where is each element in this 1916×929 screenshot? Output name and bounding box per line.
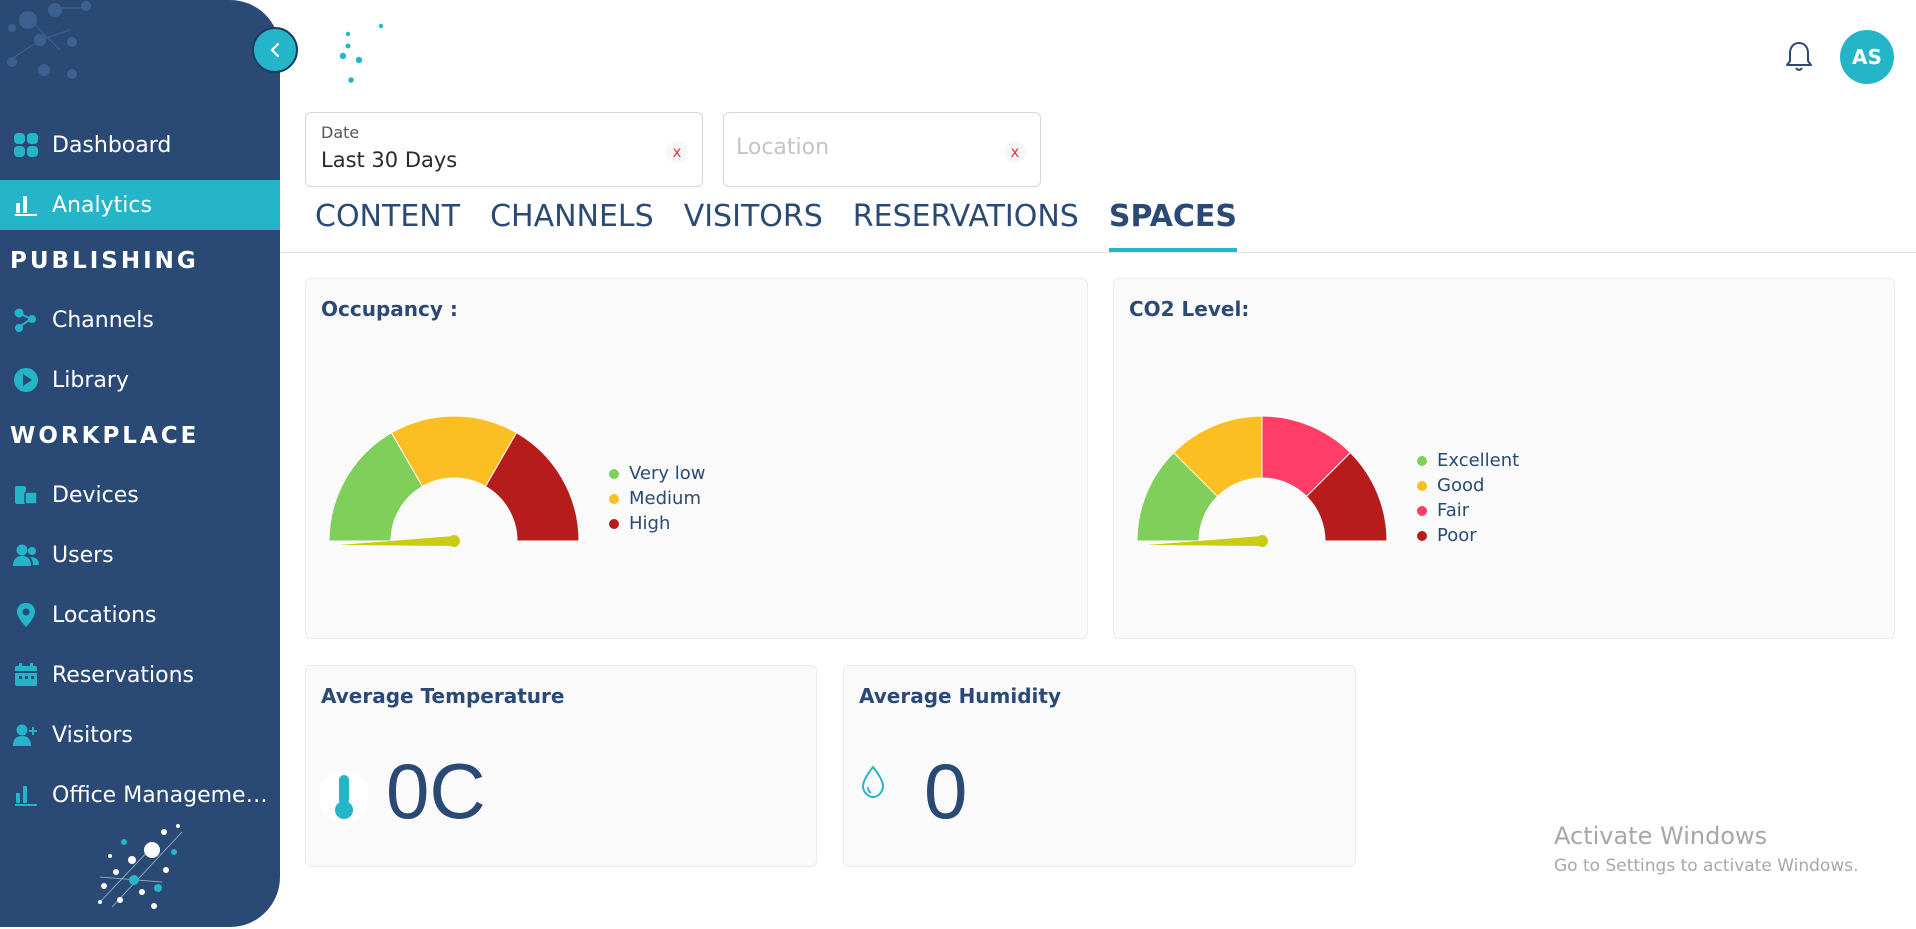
section-publishing: PUBLISHING <box>10 248 199 274</box>
temperature-value: 0C <box>386 747 486 835</box>
sidebar-item-devices[interactable]: Devices <box>0 470 280 520</box>
brand-mark-icon <box>339 23 384 83</box>
tab-visitors[interactable]: VISITORS <box>684 195 823 252</box>
legend-item: Excellent <box>1417 448 1519 473</box>
sidebar: Dashboard Analytics PUBLISHING Channels … <box>0 0 280 927</box>
co2-card: CO2 Level: Excellent Good Fair Poor <box>1113 278 1895 639</box>
legend-item: Good <box>1417 473 1519 498</box>
grid-icon <box>12 131 40 159</box>
avatar[interactable]: AS <box>1840 30 1894 84</box>
bell-icon[interactable] <box>1784 40 1814 74</box>
humidity-card: Average Humidity 0 <box>843 665 1356 867</box>
devices-icon <box>12 481 40 509</box>
location-input[interactable] <box>736 135 976 160</box>
tabs-divider <box>280 252 1916 253</box>
clear-location-button[interactable]: x <box>1004 141 1026 163</box>
sidebar-item-label: Users <box>52 542 114 568</box>
sidebar-item-label: Visitors <box>52 722 133 748</box>
date-filter[interactable]: Date Last 30 Days x <box>305 112 703 187</box>
clear-date-button[interactable]: x <box>666 141 688 163</box>
occupancy-gauge <box>328 415 580 547</box>
tab-content[interactable]: CONTENT <box>315 195 460 252</box>
legend-label: Poor <box>1437 525 1477 546</box>
sidebar-item-visitors[interactable]: Visitors <box>0 710 280 760</box>
date-filter-value: Last 30 Days <box>321 148 458 172</box>
sidebar-item-channels[interactable]: Channels <box>0 295 280 345</box>
sidebar-item-label: Library <box>52 367 129 393</box>
date-filter-label: Date <box>321 123 360 142</box>
sidebar-item-analytics[interactable]: Analytics <box>0 180 280 230</box>
legend-dot <box>609 493 619 504</box>
legend-dot <box>1417 480 1427 491</box>
co2-gauge <box>1136 415 1388 547</box>
gauge-needle-hub <box>448 535 460 547</box>
legend-item: Very low <box>609 461 706 486</box>
occupancy-legend: Very low Medium High <box>609 461 706 536</box>
collapse-sidebar-button[interactable] <box>252 27 298 73</box>
section-workplace: WORKPLACE <box>10 423 200 449</box>
tab-reservations[interactable]: RESERVATIONS <box>853 195 1079 252</box>
sidebar-item-label: Locations <box>52 602 157 628</box>
analytics-tabs: CONTENT CHANNELS VISITORS RESERVATIONS S… <box>315 195 1267 252</box>
legend-label: Very low <box>629 463 706 484</box>
legend-item: Medium <box>609 486 706 511</box>
location-filter[interactable]: x <box>723 112 1041 187</box>
chevron-left-icon <box>270 42 280 58</box>
legend-label: High <box>629 513 671 534</box>
activate-windows-title: Activate Windows <box>1554 822 1768 850</box>
tab-channels[interactable]: CHANNELS <box>490 195 654 252</box>
share-nodes-icon <box>12 306 40 334</box>
temperature-card: Average Temperature 0C <box>305 665 817 867</box>
co2-title: CO2 Level: <box>1129 297 1250 321</box>
brand-logo-icon <box>98 824 183 909</box>
occupancy-card: Occupancy : Very low Medium High <box>305 278 1088 639</box>
sidebar-item-label: Analytics <box>52 192 152 218</box>
app-root: Dashboard Analytics PUBLISHING Channels … <box>0 0 1916 929</box>
legend-label: Fair <box>1437 500 1470 521</box>
sidebar-item-label: Devices <box>52 482 139 508</box>
legend-dot <box>609 468 619 479</box>
legend-dot <box>609 518 619 529</box>
sidebar-item-users[interactable]: Users <box>0 530 280 580</box>
decorative-dots-icon <box>7 1 91 79</box>
legend-item: High <box>609 511 706 536</box>
users-icon <box>12 541 40 569</box>
calendar-icon <box>12 661 40 689</box>
humidity-value: 0 <box>924 747 968 835</box>
droplet-icon <box>861 765 885 799</box>
humidity-title: Average Humidity <box>859 684 1062 708</box>
sidebar-item-office-management[interactable]: Office Manageme… <box>0 770 280 820</box>
activate-windows-subtitle: Go to Settings to activate Windows. <box>1554 856 1859 876</box>
sidebar-item-locations[interactable]: Locations <box>0 590 280 640</box>
user-plus-icon <box>12 721 40 749</box>
legend-item: Poor <box>1417 523 1519 548</box>
thermometer-icon <box>320 771 368 823</box>
bar-chart-icon <box>12 191 40 219</box>
co2-legend: Excellent Good Fair Poor <box>1417 448 1519 548</box>
play-circle-icon <box>12 366 40 394</box>
sidebar-item-label: Reservations <box>52 662 194 688</box>
legend-label: Excellent <box>1437 450 1520 471</box>
legend-dot <box>1417 530 1427 541</box>
sidebar-item-label: Channels <box>52 307 154 333</box>
legend-dot <box>1417 455 1427 466</box>
map-pin-icon <box>12 601 40 629</box>
sidebar-item-reservations[interactable]: Reservations <box>0 650 280 700</box>
sidebar-item-dashboard[interactable]: Dashboard <box>0 120 280 170</box>
legend-label: Medium <box>629 488 701 509</box>
occupancy-title: Occupancy : <box>321 297 458 321</box>
gauge-needle-hub <box>1256 535 1268 547</box>
legend-item: Fair <box>1417 498 1519 523</box>
legend-label: Good <box>1437 475 1485 496</box>
sidebar-item-library[interactable]: Library <box>0 355 280 405</box>
temperature-title: Average Temperature <box>321 684 565 708</box>
bar-chart-icon <box>12 781 40 809</box>
sidebar-item-label: Office Manageme… <box>52 782 268 808</box>
tab-spaces[interactable]: SPACES <box>1108 195 1238 252</box>
legend-dot <box>1417 505 1427 516</box>
sidebar-item-label: Dashboard <box>52 132 172 158</box>
